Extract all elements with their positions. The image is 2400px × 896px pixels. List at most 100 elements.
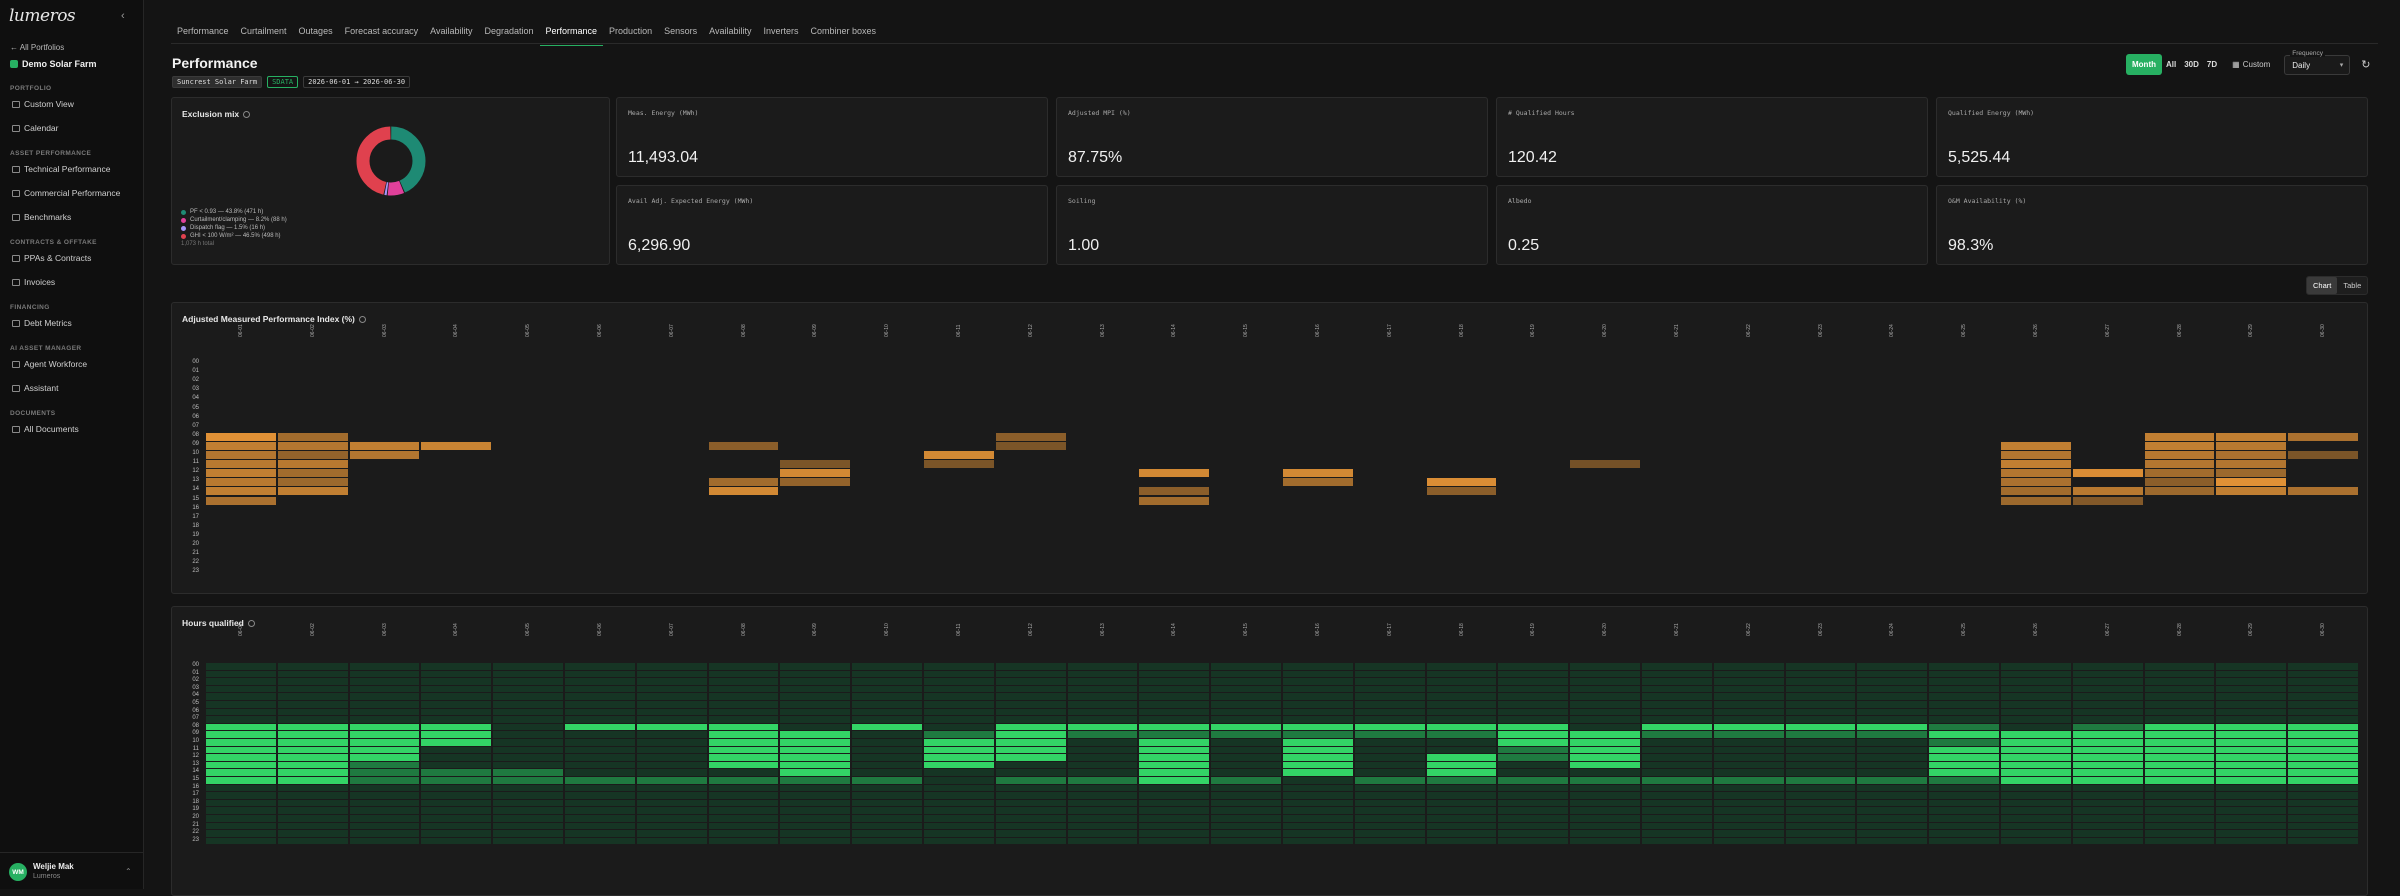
- heatmap-cell: [1570, 822, 1640, 830]
- heatmap-cell: [1067, 678, 1138, 685]
- heatmap-cell: [1713, 723, 1784, 731]
- heatmap-cell: [2072, 469, 2143, 478]
- period-7d-button[interactable]: 7D: [2203, 54, 2221, 75]
- heatmap-cell: [1211, 792, 1281, 799]
- heatmap-cell: [1857, 799, 1928, 807]
- heatmap-cell: [1713, 663, 1784, 670]
- heatmap-cell: [1785, 799, 1856, 807]
- back-to-portfolios-link[interactable]: ← All Portfolios: [10, 43, 64, 52]
- sidebar-item-benchmarks[interactable]: Benchmarks: [12, 212, 71, 222]
- tab-degradation[interactable]: Degradation: [478, 18, 539, 46]
- heatmap-cell: [852, 769, 922, 776]
- sidebar-item-calendar[interactable]: Calendar: [12, 123, 59, 133]
- sidebar-item-ppas-contracts[interactable]: PPAs & Contracts: [12, 253, 91, 263]
- heatmap-cell: [1211, 746, 1281, 754]
- info-icon[interactable]: [358, 316, 366, 324]
- day-tick-label: 06-06: [596, 324, 603, 337]
- heatmap-cell: [1642, 716, 1712, 723]
- heatmap-cell: [277, 487, 348, 496]
- sidebar-item-invoices[interactable]: Invoices: [12, 277, 55, 287]
- period-month-button[interactable]: Month: [2126, 54, 2162, 75]
- heatmap-cell: [1713, 792, 1784, 799]
- tab-combiner-boxes[interactable]: Combiner boxes: [804, 18, 882, 46]
- chevron-left-icon[interactable]: ‹: [121, 10, 125, 22]
- tab-inverters[interactable]: Inverters: [757, 18, 804, 46]
- heatmap-cell: [2144, 799, 2215, 807]
- heatmap-cell: [1713, 815, 1784, 822]
- kpi-label: Albedo: [1508, 197, 1532, 205]
- heatmap-cell: [995, 708, 1066, 716]
- tab-availability[interactable]: Availability: [703, 18, 757, 46]
- heatmap-cell: [1067, 777, 1138, 784]
- heatmap-cell: [1211, 708, 1281, 716]
- heatmap-cell: [2288, 739, 2358, 746]
- heatmap-cell: [2288, 432, 2358, 441]
- sidebar-item-technical-performance[interactable]: Technical Performance: [12, 164, 110, 174]
- heatmap-cell: [852, 731, 922, 738]
- heatmap-cell: [1570, 670, 1640, 678]
- info-icon[interactable]: [247, 620, 255, 628]
- heatmap-cell: [780, 693, 851, 700]
- heatmap-cell: [852, 837, 922, 845]
- heatmap-cell: [277, 701, 348, 708]
- heatmap-cell: [1498, 739, 1569, 746]
- tab-production[interactable]: Production: [603, 18, 658, 46]
- heatmap-cell: [2072, 830, 2143, 837]
- heatmap-cell: [636, 670, 707, 678]
- heatmap-cell: [277, 693, 348, 700]
- user-menu[interactable]: WM Weljie Mak Lumeros ⌃: [0, 852, 144, 889]
- tab-sensors[interactable]: Sensors: [658, 18, 703, 46]
- heatmap-cell: [1713, 716, 1784, 723]
- sidebar-item-custom-view[interactable]: Custom View: [12, 99, 74, 109]
- heatmap-cell: [1785, 685, 1856, 693]
- heatmap-cell: [277, 478, 348, 487]
- view-chart-button[interactable]: Chart: [2307, 277, 2338, 294]
- heatmap-cell: [780, 670, 851, 678]
- heatmap-cell: [421, 769, 492, 776]
- heatmap-cell: [1354, 716, 1425, 723]
- info-icon[interactable]: [243, 111, 251, 119]
- sidebar-item-commercial-performance[interactable]: Commercial Performance: [12, 188, 120, 198]
- sidebar-item-all-documents[interactable]: All Documents: [12, 424, 79, 434]
- kpi-card: Meas. Energy (MWh) 11,493.04: [616, 97, 1048, 177]
- heatmap-cell: [995, 837, 1066, 845]
- tab-availability[interactable]: Availability: [424, 18, 478, 46]
- heatmap-cell: [924, 716, 994, 723]
- day-tick-label: 06-01: [237, 324, 244, 337]
- heatmap-cell: [2072, 731, 2143, 738]
- heatmap-cell: [1785, 693, 1856, 700]
- heatmap-cell: [708, 746, 779, 754]
- tab-performance[interactable]: Performance: [171, 18, 235, 46]
- heatmap-cell: [1570, 777, 1640, 784]
- sidebar-item-assistant[interactable]: Assistant: [12, 383, 59, 393]
- heatmap-cell: [2001, 441, 2071, 450]
- heatmap-cell: [1498, 769, 1569, 776]
- heatmap-cell: [1570, 460, 1640, 469]
- heatmap-cell: [780, 822, 851, 830]
- period-30d-button[interactable]: 30D: [2180, 54, 2203, 75]
- heatmap-cell: [2288, 761, 2358, 769]
- hour-tick-label: 01: [192, 368, 199, 375]
- heatmap-cell: [349, 451, 420, 460]
- heatmap-cell: [2144, 685, 2215, 693]
- tab-forecast-accuracy[interactable]: Forecast accuracy: [339, 18, 425, 46]
- sidebar-item-debt-metrics[interactable]: Debt Metrics: [12, 318, 72, 328]
- hour-tick-label: 00: [192, 359, 199, 365]
- custom-range-button[interactable]: ▦ Custom: [2224, 54, 2278, 75]
- portfolio-selector[interactable]: Demo Solar Farm: [10, 59, 97, 69]
- heatmap-cell: [1354, 799, 1425, 807]
- heatmap-cell: [2216, 432, 2287, 441]
- heatmap-cell: [2144, 708, 2215, 716]
- heatmap-cell: [995, 761, 1066, 769]
- view-table-button[interactable]: Table: [2337, 277, 2367, 294]
- sidebar-item-agent-workforce[interactable]: Agent Workforce: [12, 359, 87, 369]
- refresh-icon[interactable]: ↻: [2361, 58, 2370, 71]
- heatmap-cell: [1354, 815, 1425, 822]
- period-all-button[interactable]: All: [2162, 54, 2180, 75]
- tab-performance[interactable]: Performance: [539, 18, 604, 46]
- tab-outages[interactable]: Outages: [293, 18, 339, 46]
- heatmap-cell: [2216, 701, 2287, 708]
- tab-curtailment[interactable]: Curtailment: [235, 18, 293, 46]
- frequency-select[interactable]: Frequency Daily ▾: [2284, 49, 2351, 75]
- portfolio-icon: [10, 60, 18, 68]
